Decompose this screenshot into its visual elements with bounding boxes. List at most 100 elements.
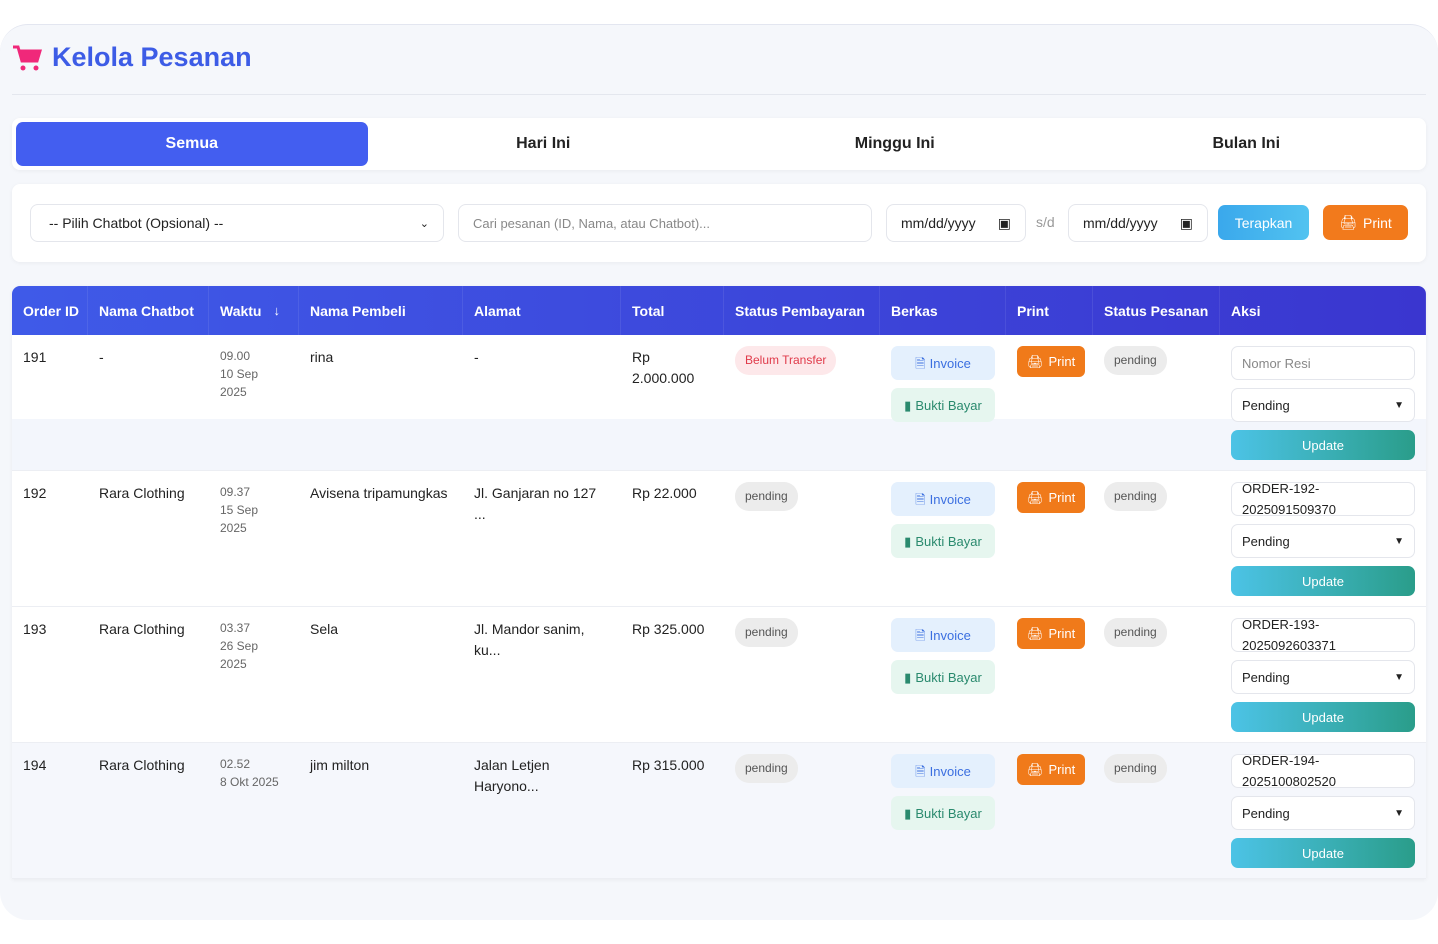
invoice-button[interactable]: 🗎Invoice <box>891 618 995 652</box>
resi-input[interactable]: ORDER-194-2025100802520 <box>1231 754 1415 788</box>
search-input[interactable]: Cari pesanan (ID, Nama, atau Chatbot)... <box>458 204 872 242</box>
table-cell: Rara Clothing <box>88 607 209 742</box>
printer-icon: 🖨 <box>1027 759 1044 780</box>
chatbot-select-value: -- Pilih Chatbot (Opsional) -- <box>49 215 223 231</box>
bukti-label: Bukti Bayar <box>915 667 981 688</box>
update-button[interactable]: Update <box>1231 430 1415 460</box>
total: Rp 315.000 <box>632 757 704 773</box>
caret-down-icon: ▼ <box>1394 803 1404 824</box>
table-cell: rina <box>299 335 463 470</box>
table-cell: 🗎Invoice ▮Bukti Bayar <box>880 607 1006 742</box>
page-title: Kelola Pesanan <box>52 42 252 73</box>
table-cell: - <box>463 335 621 470</box>
bukti-bayar-button[interactable]: ▮Bukti Bayar <box>891 388 995 422</box>
printer-icon: 🖨 <box>1339 214 1357 231</box>
table-cell: 191 <box>12 335 88 470</box>
table-cell: 193 <box>12 607 88 742</box>
invoice-button[interactable]: 🗎Invoice <box>891 754 995 788</box>
date-to-value: mm/dd/yyyy <box>1083 215 1158 231</box>
buyer-name: jim milton <box>310 757 369 773</box>
tab-minggu-ini[interactable]: Minggu Ini <box>719 122 1071 166</box>
status-select[interactable]: Pending▼ <box>1231 388 1415 422</box>
apply-button[interactable]: Terapkan <box>1218 205 1309 240</box>
divider <box>12 94 1426 95</box>
status-select-value: Pending <box>1242 667 1290 688</box>
total: Rp 2.000.000 <box>632 349 694 386</box>
print-label: Print <box>1049 487 1076 508</box>
resi-value: ORDER-194-2025100802520 <box>1242 750 1404 792</box>
table-cell: Belum Transfer <box>724 335 880 470</box>
date-from-input[interactable]: mm/dd/yyyy▣ <box>886 204 1026 242</box>
order-status-badge: pending <box>1104 618 1167 647</box>
bukti-bayar-button[interactable]: ▮Bukti Bayar <box>891 796 995 830</box>
table-cell: 🖨Print <box>1006 335 1093 470</box>
table-cell: Rp 22.000 <box>621 471 724 606</box>
status-select-value: Pending <box>1242 803 1290 824</box>
chatbot-select[interactable]: -- Pilih Chatbot (Opsional) -- ⌄ <box>30 204 444 242</box>
order-id: 192 <box>23 485 46 501</box>
table-cell: pending <box>1093 335 1220 470</box>
column-header-label: Print <box>1017 303 1049 319</box>
table-cell: ORDER-193-2025092603371 Pending▼ Update <box>1220 607 1426 742</box>
table-cell: Jl. Ganjaran no 127 ... <box>463 471 621 606</box>
table-cell: 194 <box>12 743 88 878</box>
print-button[interactable]: 🖨Print <box>1017 618 1085 649</box>
chatbot-name: Rara Clothing <box>99 485 185 501</box>
print-button[interactable]: 🖨Print <box>1017 482 1085 513</box>
print-button[interactable]: 🖨Print <box>1017 754 1085 785</box>
resi-input[interactable]: ORDER-193-2025092603371 <box>1231 618 1415 652</box>
tab-semua[interactable]: Semua <box>16 122 368 166</box>
status-select[interactable]: Pending ▼ <box>1231 796 1415 830</box>
print-button[interactable]: 🖨Print <box>1017 346 1085 377</box>
table-cell: pending <box>724 471 880 606</box>
column-header-label: Status Pesanan <box>1104 303 1208 319</box>
total: Rp 22.000 <box>632 485 697 501</box>
table-cell: Rp 2.000.000 <box>621 335 724 470</box>
resi-input[interactable]: ORDER-192-2025091509370 <box>1231 482 1415 516</box>
column-header: Status Pembayaran <box>724 286 880 335</box>
print-label: Print <box>1049 623 1076 644</box>
tab-hari-ini[interactable]: Hari Ini <box>368 122 720 166</box>
printer-icon: 🖨 <box>1027 623 1044 644</box>
table-cell: pending <box>724 743 880 878</box>
table-cell: Rp 325.000 <box>621 607 724 742</box>
table-cell: 09.3715 Sep 2025 <box>209 471 299 606</box>
table-cell: Nomor Resi Pending▼ Update <box>1220 335 1426 470</box>
payment-status-badge: pending <box>735 482 798 511</box>
table-cell: 🗎Invoice ▮Bukti Bayar <box>880 335 1006 470</box>
update-button[interactable]: Update <box>1231 702 1415 732</box>
chevron-down-icon: ⌄ <box>420 217 429 230</box>
page-header: Kelola Pesanan <box>12 42 252 73</box>
invoice-button[interactable]: 🗎Invoice <box>891 346 995 380</box>
order-time: 09.37 <box>220 483 288 501</box>
date-to-input[interactable]: mm/dd/yyyy▣ <box>1068 204 1208 242</box>
table-cell: - <box>88 335 209 470</box>
column-header-label: Aksi <box>1231 303 1261 319</box>
caret-down-icon: ▼ <box>1394 395 1404 416</box>
update-button[interactable]: Update <box>1231 838 1415 868</box>
receipt-icon: ▮ <box>904 803 911 824</box>
column-header: Nama Chatbot <box>88 286 209 335</box>
bukti-label: Bukti Bayar <box>915 531 981 552</box>
table-cell: Rara Clothing <box>88 471 209 606</box>
print-all-button[interactable]: 🖨Print <box>1323 205 1408 240</box>
column-header: Order ID <box>12 286 88 335</box>
order-id: 194 <box>23 757 46 773</box>
table-cell: Jalan Letjen Haryono... <box>463 743 621 878</box>
invoice-button[interactable]: 🗎Invoice <box>891 482 995 516</box>
order-status-badge: pending <box>1104 346 1167 375</box>
column-header[interactable]: Waktu↓ <box>209 286 299 335</box>
update-button[interactable]: Update <box>1231 566 1415 596</box>
status-select[interactable]: Pending▼ <box>1231 660 1415 694</box>
order-id: 193 <box>23 621 46 637</box>
column-header-label: Nama Pembeli <box>310 303 406 319</box>
tab-bulan-ini[interactable]: Bulan Ini <box>1071 122 1423 166</box>
bukti-bayar-button[interactable]: ▮Bukti Bayar <box>891 524 995 558</box>
caret-down-icon: ▼ <box>1394 531 1404 552</box>
status-select[interactable]: Pending▼ <box>1231 524 1415 558</box>
table-cell: 🗎Invoice ▮Bukti Bayar <box>880 743 1006 878</box>
table-row: 192Rara Clothing09.3715 Sep 2025Avisena … <box>12 471 1426 607</box>
resi-input[interactable]: Nomor Resi <box>1231 346 1415 380</box>
payment-status-badge: pending <box>735 754 798 783</box>
bukti-bayar-button[interactable]: ▮Bukti Bayar <box>891 660 995 694</box>
